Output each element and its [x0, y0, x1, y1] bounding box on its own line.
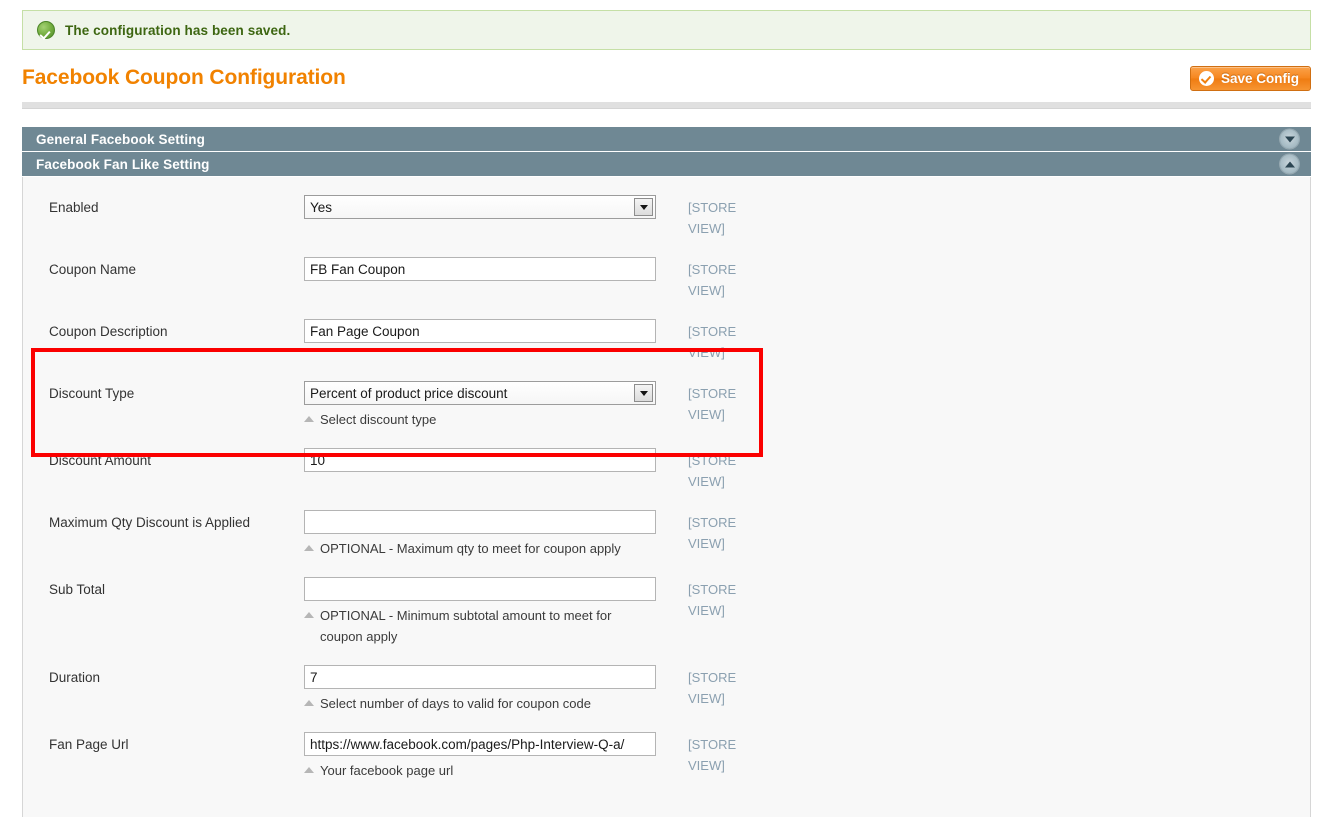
section-body-facebook-fan-like-setting: Enabled Yes [STORE VIEW] Coupon Name [ST… [22, 177, 1311, 817]
scope-label: [STORE VIEW] [688, 381, 750, 425]
field-row-discount-amount: Discount Amount [STORE VIEW] [23, 448, 1310, 492]
coupon-name-input[interactable] [304, 257, 656, 281]
enabled-select-value: Yes [310, 200, 332, 215]
scope-label: [STORE VIEW] [688, 732, 750, 776]
triangle-up-icon [304, 545, 314, 551]
triangle-up-icon [304, 612, 314, 618]
section-header-general-facebook-setting[interactable]: General Facebook Setting [22, 127, 1311, 152]
save-config-label: Save Config [1221, 71, 1299, 86]
field-hint-text: Your facebook page url [320, 760, 453, 781]
scope-label: [STORE VIEW] [688, 665, 750, 709]
field-row-sub-total: Sub Total OPTIONAL - Minimum subtotal am… [23, 577, 1310, 647]
page-header: Facebook Coupon Configuration Save Confi… [22, 66, 1311, 96]
scope-label: [STORE VIEW] [688, 510, 750, 554]
scope-label: [STORE VIEW] [688, 195, 750, 239]
save-config-button[interactable]: Save Config [1190, 66, 1311, 91]
field-label: Discount Type [49, 381, 304, 406]
admin-page: The configuration has been saved. Facebo… [0, 0, 1333, 817]
field-row-coupon-name: Coupon Name [STORE VIEW] [23, 257, 1310, 301]
field-label: Duration [49, 665, 304, 690]
section-title: General Facebook Setting [36, 132, 205, 147]
field-label: Coupon Description [49, 319, 304, 344]
chevron-down-icon[interactable] [634, 198, 653, 216]
scope-label: [STORE VIEW] [688, 448, 750, 492]
maximum-qty-input[interactable] [304, 510, 656, 534]
field-row-discount-type: Discount Type Percent of product price d… [23, 381, 1310, 430]
field-row-enabled: Enabled Yes [STORE VIEW] [23, 195, 1310, 239]
chevron-down-icon[interactable] [1280, 130, 1299, 149]
field-hint: OPTIONAL - Minimum subtotal amount to me… [304, 605, 656, 647]
field-hint-text: Select discount type [320, 409, 436, 430]
config-sections: General Facebook Setting Facebook Fan Li… [22, 127, 1311, 817]
scope-label: [STORE VIEW] [688, 257, 750, 301]
field-label: Coupon Name [49, 257, 304, 282]
chevron-up-icon[interactable] [1280, 155, 1299, 174]
page-title: Facebook Coupon Configuration [22, 66, 346, 90]
message-area: The configuration has been saved. [0, 0, 1333, 50]
field-hint: Select number of days to valid for coupo… [304, 693, 656, 714]
chevron-down-icon[interactable] [634, 384, 653, 402]
field-row-maximum-qty-discount-is-applied: Maximum Qty Discount is Applied OPTIONAL… [23, 510, 1310, 559]
field-row-coupon-description: Coupon Description [STORE VIEW] [23, 319, 1310, 363]
section-title: Facebook Fan Like Setting [36, 157, 210, 172]
triangle-up-icon [304, 767, 314, 773]
scope-label: [STORE VIEW] [688, 577, 750, 621]
sub-total-input[interactable] [304, 577, 656, 601]
field-label: Discount Amount [49, 448, 304, 473]
duration-input[interactable] [304, 665, 656, 689]
fan-page-url-input[interactable] [304, 732, 656, 756]
field-hint: Select discount type [304, 409, 656, 430]
enabled-select[interactable]: Yes [304, 195, 656, 219]
success-message: The configuration has been saved. [22, 10, 1311, 50]
field-hint: OPTIONAL - Maximum qty to meet for coupo… [304, 538, 656, 559]
coupon-description-input[interactable] [304, 319, 656, 343]
field-hint: Your facebook page url [304, 760, 656, 781]
triangle-up-icon [304, 700, 314, 706]
discount-amount-input[interactable] [304, 448, 656, 472]
field-label: Sub Total [49, 577, 304, 602]
field-hint-text: Select number of days to valid for coupo… [320, 693, 591, 714]
discount-type-select-value: Percent of product price discount [310, 386, 507, 401]
field-row-duration: Duration Select number of days to valid … [23, 665, 1310, 714]
field-hint-text: OPTIONAL - Minimum subtotal amount to me… [320, 605, 656, 647]
title-divider [22, 102, 1311, 109]
discount-type-select[interactable]: Percent of product price discount [304, 381, 656, 405]
section-header-facebook-fan-like-setting[interactable]: Facebook Fan Like Setting [22, 152, 1311, 177]
success-message-text: The configuration has been saved. [65, 23, 290, 38]
field-hint-text: OPTIONAL - Maximum qty to meet for coupo… [320, 538, 621, 559]
field-label: Fan Page Url [49, 732, 304, 757]
success-check-icon [37, 21, 55, 39]
field-label: Enabled [49, 195, 304, 220]
field-row-fan-page-url: Fan Page Url Your facebook page url [STO… [23, 732, 1310, 781]
scope-label: [STORE VIEW] [688, 319, 750, 363]
check-circle-icon [1199, 71, 1214, 86]
field-label: Maximum Qty Discount is Applied [49, 510, 304, 535]
triangle-up-icon [304, 416, 314, 422]
